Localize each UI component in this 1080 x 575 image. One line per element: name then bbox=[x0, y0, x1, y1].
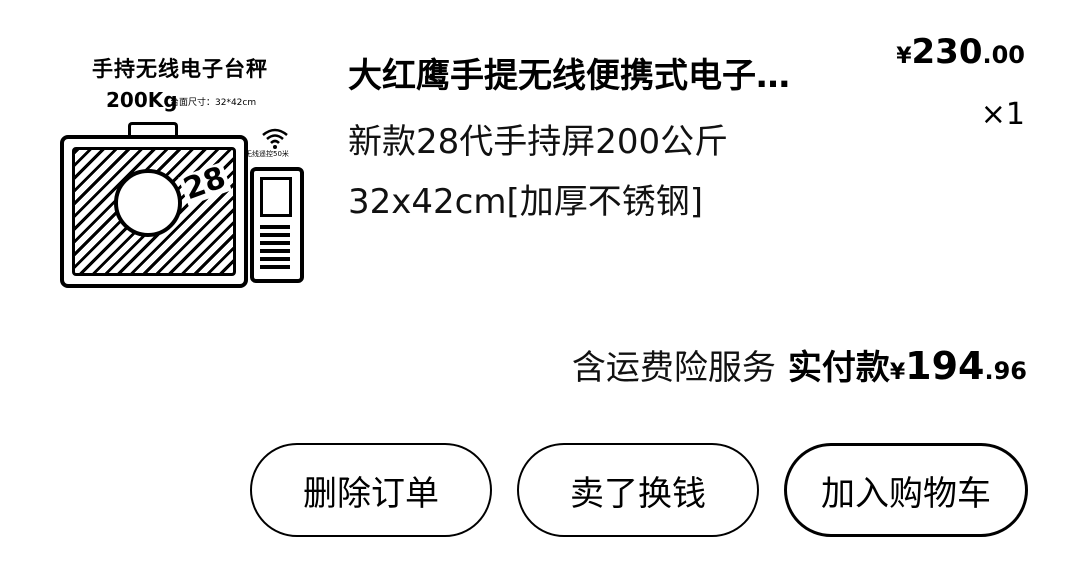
price-currency: ¥ bbox=[896, 44, 912, 69]
price-integer: 230 bbox=[911, 32, 983, 72]
image-wifi-label: 无线遥控50米 bbox=[245, 150, 289, 158]
scale-badge bbox=[114, 169, 182, 237]
wifi-icon bbox=[262, 128, 288, 149]
sell-button[interactable]: 卖了换钱 bbox=[517, 443, 759, 537]
scale-body: 28 bbox=[60, 135, 248, 288]
image-capacity-text: 200Kg bbox=[106, 88, 178, 112]
paid-decimal: .96 bbox=[984, 357, 1027, 385]
delete-order-button[interactable]: 删除订单 bbox=[250, 443, 492, 537]
product-spec: 新款28代手持屏200公斤 32x42cm[加厚不锈钢] bbox=[348, 112, 728, 232]
paid-label: 实付款 bbox=[787, 348, 890, 388]
remote-keypad bbox=[260, 221, 290, 269]
paid-currency: ¥ bbox=[889, 360, 906, 385]
product-spec-line1: 新款28代手持屏200公斤 bbox=[348, 122, 729, 162]
remote-screen bbox=[260, 177, 292, 217]
price-decimal: .00 bbox=[982, 41, 1025, 69]
product-spec-line2: 32x42cm[加厚不锈钢] bbox=[348, 182, 703, 222]
unit-price: ¥230.00 bbox=[896, 32, 1025, 72]
image-spec-text: 台面尺寸：32*42cm bbox=[170, 98, 257, 108]
product-image[interactable]: 手持无线电子台秤 200Kg 台面尺寸：32*42cm 28 无线遥控50米 bbox=[50, 45, 310, 295]
add-to-cart-button[interactable]: 加入购物车 bbox=[784, 443, 1028, 537]
product-title[interactable]: 大红鹰手提无线便携式电子… bbox=[348, 48, 790, 97]
shipping-insurance-service: 含运费险服务 bbox=[571, 348, 776, 388]
remote-display bbox=[250, 167, 304, 283]
quantity: ×1 bbox=[980, 97, 1025, 132]
image-title-text: 手持无线电子台秤 bbox=[92, 57, 268, 81]
order-total: 含运费险服务 实付款¥194.96 bbox=[572, 340, 1027, 389]
paid-integer: 194 bbox=[905, 344, 985, 388]
